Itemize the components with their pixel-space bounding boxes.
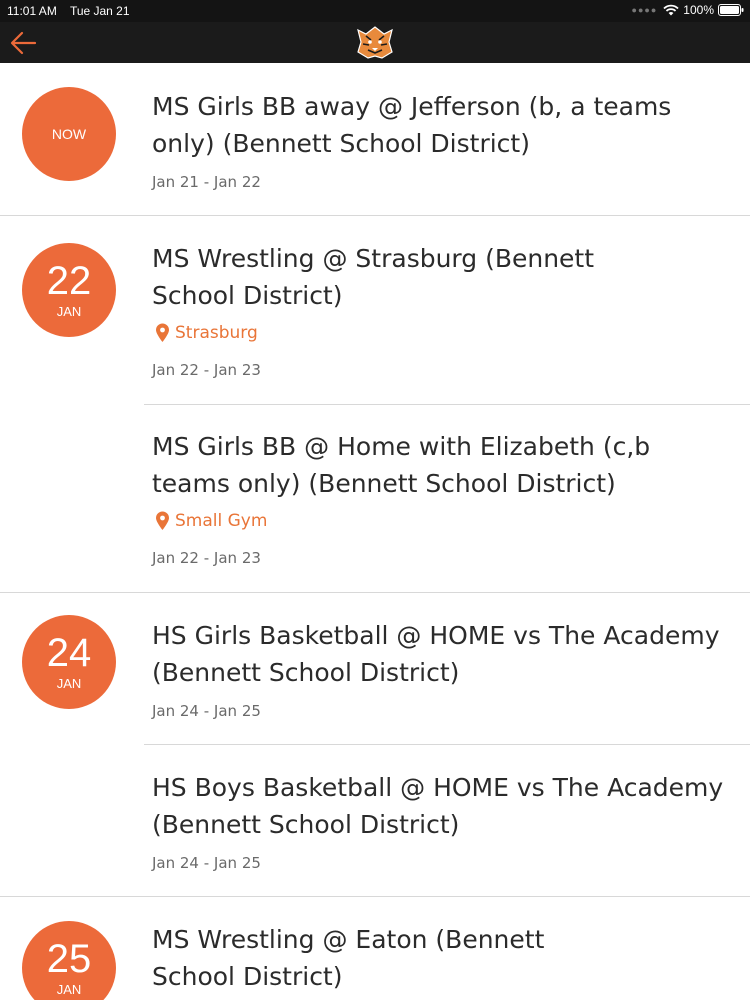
event-title-line: MS Wrestling @ Eaton (Bennett (152, 925, 545, 954)
badge-month: JAN (56, 304, 82, 319)
event-title-line: MS Girls BB away @ Jefferson (b, a teams (152, 92, 672, 121)
now-badge: NOW (22, 87, 116, 181)
nav-bar (0, 22, 750, 63)
badge-month: JAN (56, 676, 82, 691)
back-button[interactable] (8, 29, 40, 57)
event-title: HS Girls Basketball @ HOME vs The Academ… (152, 617, 732, 691)
event-title-line: teams only) (Bennett School District) (152, 469, 616, 498)
arrow-left-icon (10, 31, 37, 55)
event-location-label: Strasburg (175, 323, 258, 343)
map-pin-icon (156, 323, 169, 342)
event-dates: Jan 22 - Jan 23 (152, 549, 261, 567)
badge-day: 25 (46, 937, 92, 981)
map-pin-icon (156, 511, 169, 530)
event-location[interactable]: Strasburg (155, 323, 258, 343)
event-title-line: HS Girls Basketball @ HOME vs The Academ… (152, 621, 720, 650)
signal-icon: ●●●● (631, 5, 658, 15)
badge-day: 24 (46, 631, 92, 675)
event-title-line: School District) (152, 962, 343, 991)
event-title-line: (Bennett School District) (152, 658, 460, 687)
event-title: MS Wrestling @ Eaton (Bennett School Dis… (152, 921, 732, 995)
event-row[interactable]: MS Girls BB @ Home with Elizabeth (c,b t… (0, 405, 750, 593)
tiger-logo-icon (357, 26, 393, 59)
event-title: MS Girls BB @ Home with Elizabeth (c,b t… (152, 428, 732, 502)
event-dates: Jan 22 - Jan 23 (152, 361, 261, 379)
event-location[interactable]: Small Gym (155, 511, 267, 531)
date-badge: 25 JAN (22, 921, 116, 1000)
event-row[interactable]: 24 JAN HS Girls Basketball @ HOME vs The… (0, 593, 750, 745)
event-title: MS Wrestling @ Strasburg (Bennett School… (152, 240, 732, 314)
event-title-line: (Bennett School District) (152, 810, 460, 839)
event-title-line: MS Wrestling @ Strasburg (Bennett (152, 244, 595, 273)
event-row[interactable]: HS Boys Basketball @ HOME vs The Academy… (0, 745, 750, 897)
badge-day: 22 (46, 259, 92, 303)
battery-icon (718, 4, 744, 16)
status-date: Tue Jan 21 (69, 4, 130, 18)
event-title: HS Boys Basketball @ HOME vs The Academy… (152, 769, 732, 843)
status-time: 11:01 AM (7, 4, 57, 18)
status-bar: 11:01 AM Tue Jan 21 ●●●● 100% (0, 0, 750, 22)
event-dates: Jan 21 - Jan 22 (152, 173, 261, 191)
event-title: MS Girls BB away @ Jefferson (b, a teams… (152, 88, 732, 162)
badge-month: JAN (56, 982, 82, 997)
event-row[interactable]: NOW MS Girls BB away @ Jefferson (b, a t… (0, 63, 750, 216)
badge-now-label: NOW (51, 126, 87, 142)
event-dates: Jan 24 - Jan 25 (152, 702, 261, 720)
event-list: NOW MS Girls BB away @ Jefferson (b, a t… (0, 63, 750, 1000)
date-badge: 24 JAN (22, 615, 116, 709)
wifi-icon (663, 4, 679, 16)
event-row[interactable]: 22 JAN MS Wrestling @ Strasburg (Bennett… (0, 216, 750, 405)
battery-percent: 100% (683, 3, 714, 17)
event-title-line: only) (Bennett School District) (152, 129, 530, 158)
event-title-line: HS Boys Basketball @ HOME vs The Academy (152, 773, 724, 802)
event-title-line: MS Girls BB @ Home with Elizabeth (c,b (152, 432, 651, 461)
event-row[interactable]: 25 JAN MS Wrestling @ Eaton (Bennett Sch… (0, 897, 750, 1000)
event-location-label: Small Gym (175, 511, 268, 531)
event-dates: Jan 24 - Jan 25 (152, 854, 261, 872)
event-title-line: School District) (152, 281, 343, 310)
date-badge: 22 JAN (22, 243, 116, 337)
